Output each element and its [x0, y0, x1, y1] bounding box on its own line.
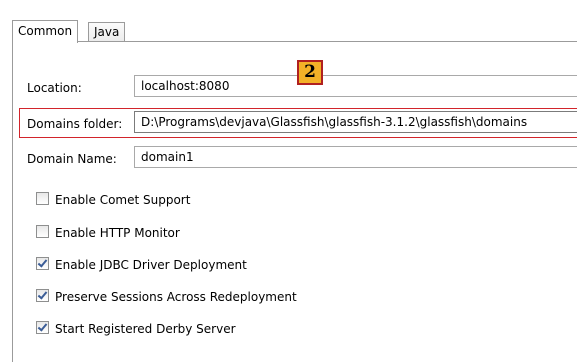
option-label: Start Registered Derby Server — [55, 322, 236, 336]
location-label: Location: — [27, 81, 82, 95]
option-preserve-sessions[interactable]: Preserve Sessions Across Redeployment — [36, 289, 297, 305]
option-label: Enable HTTP Monitor — [55, 226, 180, 240]
option-enable-http-monitor[interactable]: Enable HTTP Monitor — [36, 225, 180, 241]
annotation-highlight-box — [19, 108, 577, 138]
checkbox-start-derby-server[interactable] — [36, 321, 49, 334]
location-field[interactable]: localhost:8080 — [134, 75, 577, 97]
annotation-badge: 2 — [297, 60, 323, 85]
option-enable-comet-support[interactable]: Enable Comet Support — [36, 192, 190, 208]
option-start-derby-server[interactable]: Start Registered Derby Server — [36, 321, 236, 337]
domain-name-field[interactable]: domain1 — [134, 146, 577, 168]
checkbox-enable-http-monitor[interactable] — [36, 225, 49, 238]
option-enable-jdbc-driver-deployment[interactable]: Enable JDBC Driver Deployment — [36, 257, 247, 273]
checkbox-enable-comet-support[interactable] — [36, 192, 49, 205]
domain-name-label: Domain Name: — [27, 152, 117, 166]
tab-common[interactable]: Common — [12, 20, 79, 43]
option-label: Enable JDBC Driver Deployment — [55, 258, 247, 272]
tab-java[interactable]: Java — [88, 22, 126, 41]
option-label: Preserve Sessions Across Redeployment — [55, 290, 297, 304]
option-label: Enable Comet Support — [55, 193, 191, 207]
checkbox-preserve-sessions[interactable] — [36, 289, 49, 302]
checkbox-enable-jdbc-driver-deployment[interactable] — [36, 257, 49, 270]
